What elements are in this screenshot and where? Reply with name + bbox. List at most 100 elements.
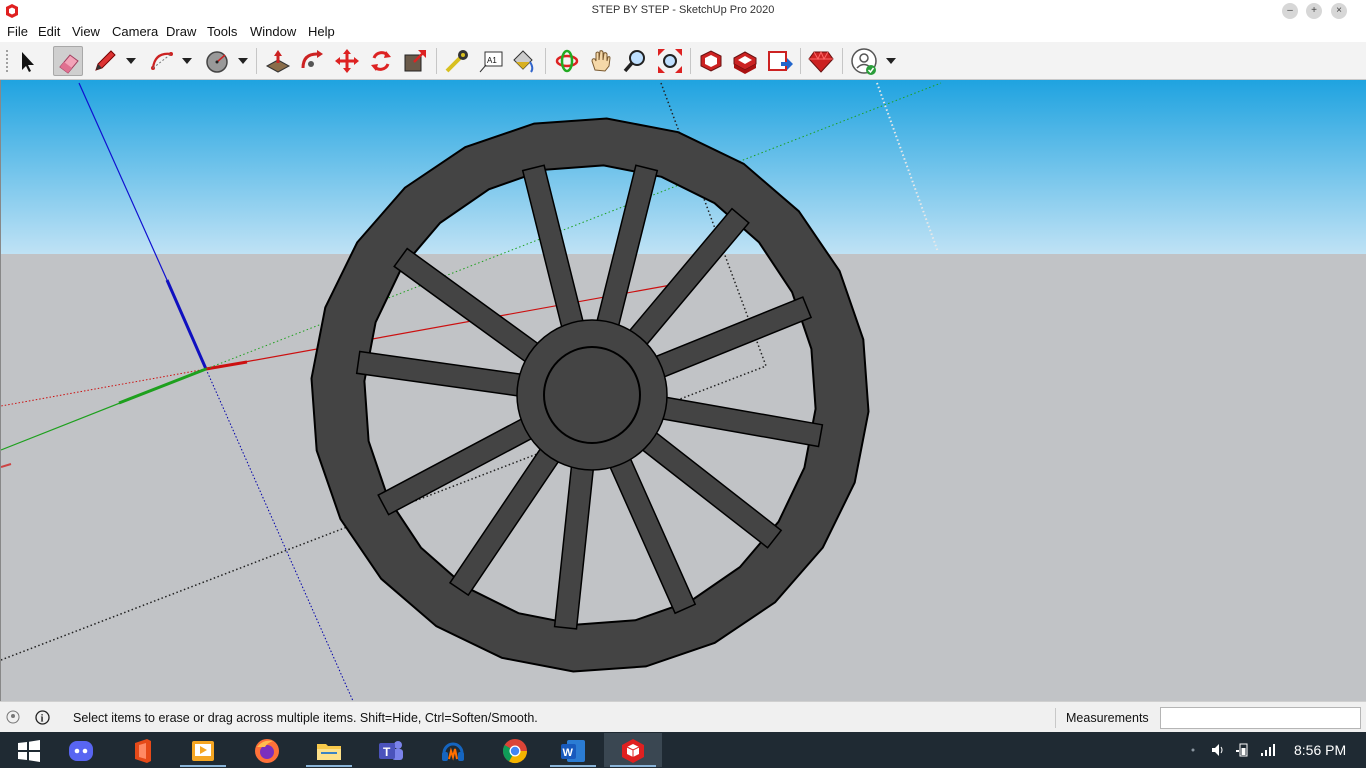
paint-bucket-tool-button[interactable] <box>508 46 538 76</box>
extension-manager-icon <box>808 50 834 73</box>
menu-view[interactable]: View <box>72 24 100 39</box>
push-pull-tool-button[interactable] <box>263 46 293 76</box>
taskbar-file-explorer[interactable] <box>300 733 358 767</box>
menu-edit[interactable]: Edit <box>38 24 60 39</box>
windows-taskbar: T W 8:56 PM <box>0 732 1366 768</box>
toolbar-separator <box>256 48 257 74</box>
menu-file[interactable]: File <box>7 24 28 39</box>
move-tool-icon <box>335 49 359 73</box>
audio-app-icon <box>442 742 464 761</box>
scene-canvas[interactable] <box>1 80 1366 701</box>
info-glyph: i <box>41 714 44 725</box>
taskbar-sketchup[interactable] <box>604 733 662 767</box>
shape-tool-button[interactable] <box>202 46 232 76</box>
toolbar-grip[interactable] <box>6 50 9 72</box>
menu-tools[interactable]: Tools <box>207 24 237 39</box>
toolbar-separator <box>545 48 546 74</box>
taskbar-word[interactable]: W <box>544 733 602 767</box>
extension-warehouse-icon <box>733 51 757 74</box>
text-tool-button[interactable]: A1 <box>476 46 506 76</box>
eraser-tool-button[interactable] <box>53 46 83 76</box>
extension-manager-button[interactable] <box>806 46 836 76</box>
menu-window[interactable]: Window <box>250 24 296 39</box>
status-bar: i Select items to erase or drag across m… <box>0 701 1366 732</box>
chevron-down-icon[interactable] <box>238 56 248 66</box>
teams-glyph: T <box>383 745 391 759</box>
3d-warehouse-button[interactable] <box>696 46 726 76</box>
rotate-tool-icon <box>371 51 391 71</box>
arc-tool-button[interactable] <box>147 46 177 76</box>
zoom-tool-button[interactable] <box>620 46 650 76</box>
scale-tool-button[interactable] <box>400 46 430 76</box>
taskbar-office[interactable] <box>114 733 172 767</box>
extension-warehouse-button[interactable] <box>730 46 760 76</box>
move-tool-button[interactable] <box>332 46 362 76</box>
minimize-button[interactable]: – <box>1282 3 1298 19</box>
network-signal-icon[interactable] <box>1260 742 1276 758</box>
start-button[interactable] <box>0 733 58 767</box>
menu-camera[interactable]: Camera <box>112 24 158 39</box>
main-toolbar: A1 <box>0 42 1366 80</box>
window-title: STEP BY STEP - SketchUp Pro 2020 <box>591 4 775 16</box>
toolbar-separator <box>842 48 843 74</box>
word-icon: W <box>561 740 585 762</box>
taskbar-firefox[interactable] <box>238 733 296 767</box>
toolbar-separator <box>436 48 437 74</box>
menu-draw[interactable]: Draw <box>166 24 196 39</box>
battery-icon[interactable] <box>1235 742 1251 758</box>
wheel-hub-cap <box>543 346 641 444</box>
teams-icon: T <box>379 741 403 760</box>
measurements-input[interactable] <box>1160 707 1361 729</box>
shape-circle-tool-icon <box>206 51 228 73</box>
tray-overflow-icon[interactable] <box>1188 742 1198 758</box>
info-icon[interactable]: i <box>35 710 50 725</box>
zoom-tool-icon <box>623 50 645 73</box>
chevron-down-icon[interactable] <box>126 56 136 66</box>
chrome-icon <box>502 739 527 764</box>
push-pull-tool-icon <box>265 50 291 73</box>
tape-measure-tool-button[interactable] <box>442 46 472 76</box>
toolbar-separator <box>800 48 801 74</box>
close-button[interactable]: × <box>1331 3 1347 19</box>
taskbar-chrome[interactable] <box>486 733 544 767</box>
menu-help[interactable]: Help <box>308 24 335 39</box>
title-bar: STEP BY STEP - SketchUp Pro 2020 – + × <box>0 0 1366 22</box>
geo-location-icon[interactable] <box>6 710 20 724</box>
send-to-layout-icon <box>768 51 793 71</box>
modeling-viewport[interactable] <box>0 80 1366 701</box>
scale-tool-icon <box>404 50 426 72</box>
toolbar-separator <box>690 48 691 74</box>
pan-tool-button[interactable] <box>586 46 616 76</box>
select-tool-button[interactable] <box>12 46 42 76</box>
3d-warehouse-icon <box>700 50 722 72</box>
chevron-down-icon[interactable] <box>886 56 896 66</box>
menu-bar: File Edit View Camera Draw Tools Window … <box>0 22 1366 42</box>
line-tool-button[interactable] <box>90 46 120 76</box>
sketchup-icon <box>622 739 644 763</box>
taskbar-discord[interactable] <box>52 733 110 767</box>
start-button-icon <box>18 740 40 762</box>
pan-tool-icon <box>591 50 611 72</box>
firefox-icon <box>255 739 279 763</box>
taskbar-teams[interactable]: T <box>362 733 420 767</box>
orbit-tool-button[interactable] <box>552 46 582 76</box>
volume-icon[interactable] <box>1210 742 1226 758</box>
measurements-label: Measurements <box>1066 711 1149 725</box>
video-player-icon <box>192 741 214 761</box>
rotate-tool-button[interactable] <box>366 46 396 76</box>
taskbar-audio-app[interactable] <box>424 733 482 767</box>
account-button[interactable] <box>849 46 879 76</box>
taskbar-video-player[interactable] <box>174 733 232 767</box>
word-glyph: W <box>563 747 574 759</box>
follow-me-tool-button[interactable] <box>297 46 327 76</box>
send-to-layout-button[interactable] <box>765 46 795 76</box>
maximize-button[interactable]: + <box>1306 3 1322 19</box>
office-icon <box>135 739 151 763</box>
account-icon <box>851 48 877 75</box>
zoom-extents-tool-button[interactable] <box>655 46 685 76</box>
file-explorer-icon <box>317 744 341 760</box>
tape-measure-tool-icon <box>445 50 468 73</box>
taskbar-clock[interactable]: 8:56 PM <box>1294 742 1346 758</box>
chevron-down-icon[interactable] <box>182 56 192 66</box>
follow-me-tool-icon <box>301 50 323 69</box>
